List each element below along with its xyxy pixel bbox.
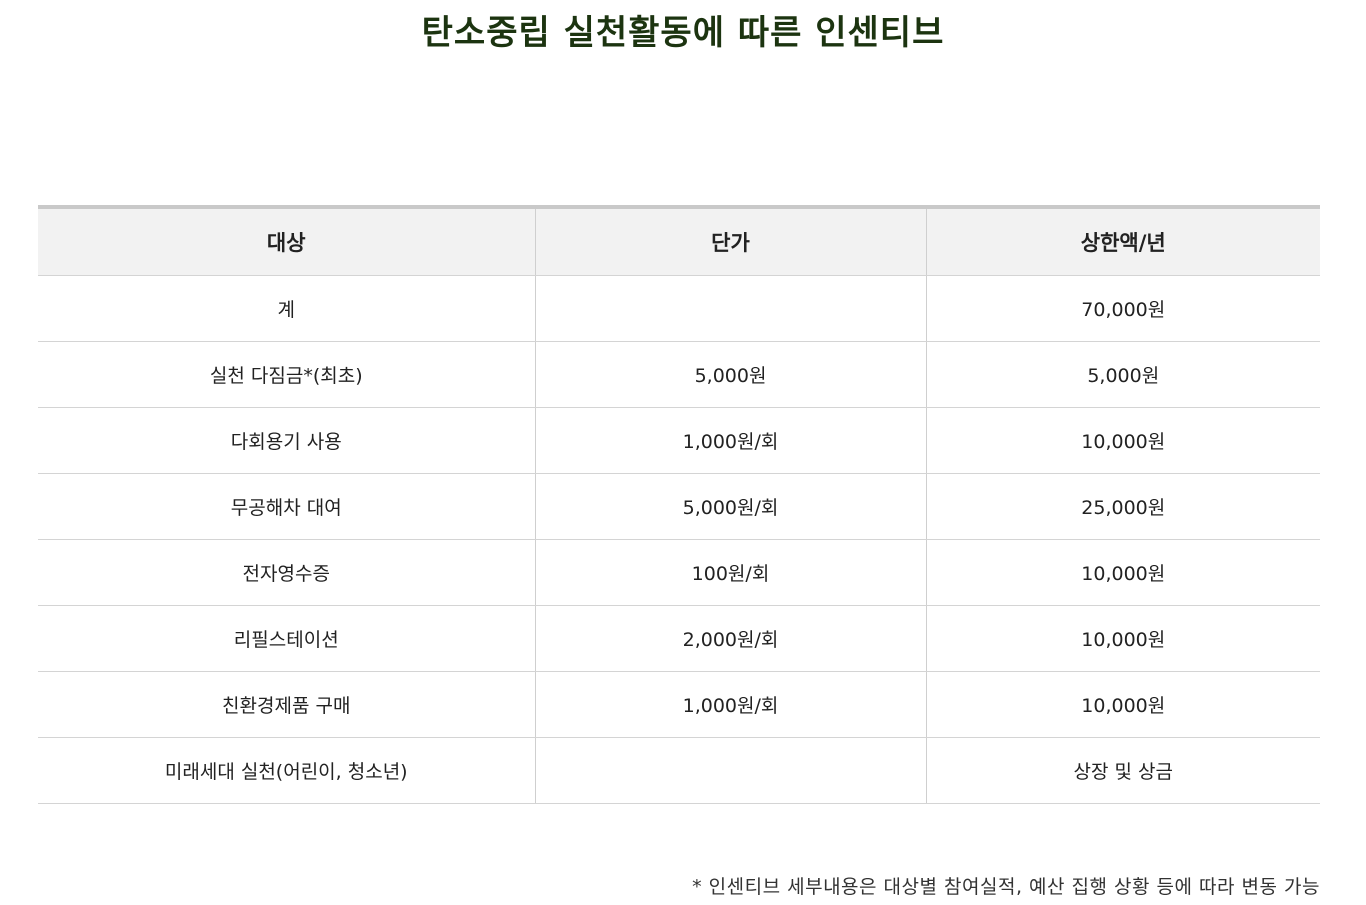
row-unit-price: 1,000원/회 [534, 407, 926, 474]
row-target: 계 [38, 275, 535, 342]
table-header-row: 대상 단가 상한액/년 [38, 207, 1320, 276]
row-target: 실천 다짐금*(최초) [38, 341, 535, 408]
header-annual-limit: 상한액/년 [925, 207, 1320, 276]
header-target: 대상 [38, 207, 535, 276]
row-annual-limit: 10,000원 [925, 671, 1320, 738]
row-annual-limit: 5,000원 [925, 341, 1320, 408]
row-target: 리필스테이션 [38, 605, 535, 672]
row-unit-price: 2,000원/회 [534, 605, 926, 672]
row-unit-price: 1,000원/회 [534, 671, 926, 738]
table-row: 무공해차 대여 5,000원/회 25,000원 [38, 473, 1320, 540]
row-target: 전자영수증 [38, 539, 535, 606]
table-row: 친환경제품 구매 1,000원/회 10,000원 [38, 671, 1320, 738]
row-target: 다회용기 사용 [38, 407, 535, 474]
table-row: 리필스테이션 2,000원/회 10,000원 [38, 605, 1320, 672]
row-annual-limit: 10,000원 [925, 407, 1320, 474]
page-title: 탄소중립 실천활동에 따른 인센티브 [421, 13, 945, 53]
incentive-table: 대상 단가 상한액/년 계 70,000원 실천 다짐금*(최초) 5,000원… [38, 205, 1320, 804]
row-annual-limit: 25,000원 [925, 473, 1320, 540]
row-target: 친환경제품 구매 [38, 671, 535, 738]
incentive-table-container: 대상 단가 상한액/년 계 70,000원 실천 다짐금*(최초) 5,000원… [38, 205, 1320, 804]
row-unit-price: 5,000원 [534, 341, 926, 408]
row-annual-limit: 10,000원 [925, 605, 1320, 672]
row-unit-price: 5,000원/회 [534, 473, 926, 540]
row-annual-limit: 10,000원 [925, 539, 1320, 606]
table-row: 계 70,000원 [38, 275, 1320, 342]
table-row: 미래세대 실천(어린이, 청소년) 상장 및 상금 [38, 737, 1320, 804]
row-unit-price [534, 737, 926, 804]
header-unit-price: 단가 [534, 207, 926, 276]
table-row: 실천 다짐금*(최초) 5,000원 5,000원 [38, 341, 1320, 408]
footnote: * 인센티브 세부내용은 대상별 참여실적, 예산 집행 상황 등에 따라 변동… [692, 876, 1320, 898]
table-row: 다회용기 사용 1,000원/회 10,000원 [38, 407, 1320, 474]
row-unit-price [534, 275, 926, 342]
row-annual-limit: 70,000원 [925, 275, 1320, 342]
row-target: 무공해차 대여 [38, 473, 535, 540]
row-target: 미래세대 실천(어린이, 청소년) [38, 737, 535, 804]
table-row: 전자영수증 100원/회 10,000원 [38, 539, 1320, 606]
row-annual-limit: 상장 및 상금 [925, 737, 1320, 804]
row-unit-price: 100원/회 [534, 539, 926, 606]
